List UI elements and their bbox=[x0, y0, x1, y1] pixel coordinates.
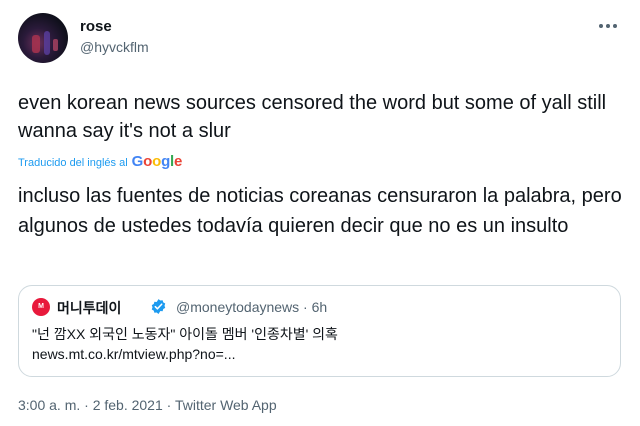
tweet-text-translated: incluso las fuentes de noticias coreanas… bbox=[18, 185, 622, 237]
more-icon[interactable] bbox=[596, 16, 620, 36]
quoted-author-name: 머니투데이 bbox=[57, 300, 122, 316]
verified-badge-icon bbox=[151, 299, 166, 314]
quoted-tweet[interactable]: M 머니투데이 @moneytodaynews · 6h "넌 깜XX 외국인 … bbox=[18, 285, 621, 377]
quoted-title: "넌 깜XX 외국인 노동자" 아이돌 멤버 '인종차별' 의혹 bbox=[32, 326, 338, 342]
author-name[interactable]: rose bbox=[80, 18, 112, 35]
tweet-text-original: even korean news sources censored the wo… bbox=[18, 92, 607, 142]
translation-label: Traducido del inglés al bbox=[18, 157, 128, 169]
tweet-timestamp[interactable]: 3:00 a. m. · 2 feb. 2021 · Twitter Web A… bbox=[18, 397, 277, 413]
quoted-link[interactable]: news.mt.co.kr/mtview.php?no=... bbox=[32, 346, 235, 362]
quoted-avatar[interactable]: M bbox=[32, 298, 50, 316]
quoted-handle-time: @moneytodaynews · 6h bbox=[176, 299, 328, 315]
author-handle[interactable]: @hyvckflm bbox=[80, 39, 149, 55]
avatar[interactable] bbox=[18, 13, 68, 63]
translation-attribution[interactable]: Traducido del inglés al Google bbox=[18, 153, 182, 170]
google-logo: Google bbox=[131, 153, 183, 170]
tweet-card: rose @hyvckflm even korean news sources … bbox=[0, 0, 640, 426]
